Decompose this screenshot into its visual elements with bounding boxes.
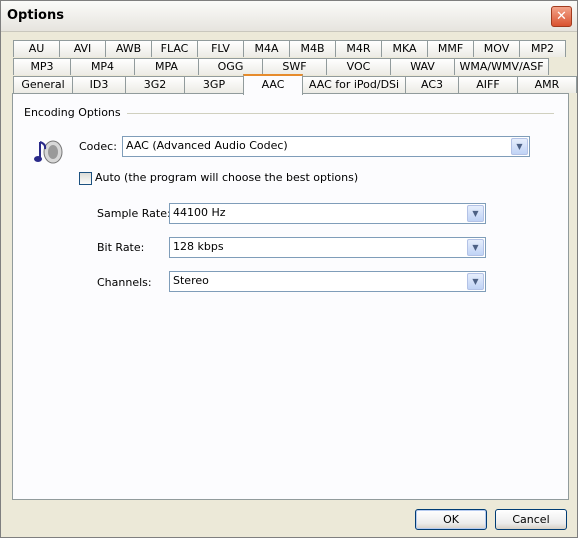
sample-rate-value: 44100 Hz: [173, 206, 226, 219]
tab-ogg[interactable]: OGG: [198, 58, 263, 75]
channels-select[interactable]: Stereo ▼: [169, 271, 486, 292]
tab-mka[interactable]: MKA: [381, 40, 428, 57]
tab-wma-wmv-asf[interactable]: WMA/WMV/ASF: [454, 58, 549, 75]
chevron-down-icon[interactable]: ▼: [467, 273, 484, 290]
tab-m4b[interactable]: M4B: [289, 40, 336, 57]
tab-m4a[interactable]: M4A: [243, 40, 290, 57]
tab-flv[interactable]: FLV: [197, 40, 244, 57]
channels-label: Channels:: [97, 276, 152, 289]
title-bar[interactable]: Options ✕: [1, 1, 577, 32]
tab-3gp[interactable]: 3GP: [184, 76, 244, 93]
tab-aac-ipod-dsi[interactable]: AAC for iPod/DSi: [302, 76, 406, 93]
audio-speaker-icon: [33, 136, 65, 168]
tab-row-3: General ID3 3G2 3GP AAC AAC for iPod/DSi…: [13, 74, 577, 95]
tab-amr[interactable]: AMR: [517, 76, 577, 93]
tab-m4r[interactable]: M4R: [335, 40, 382, 57]
codec-label: Codec:: [79, 140, 117, 153]
group-divider: [116, 113, 554, 114]
tab-aac[interactable]: AAC: [243, 74, 303, 95]
tab-mov[interactable]: MOV: [473, 40, 520, 57]
bit-rate-label: Bit Rate:: [97, 241, 145, 254]
tab-mmf[interactable]: MMF: [427, 40, 474, 57]
ok-button[interactable]: OK: [415, 509, 487, 530]
tab-ac3[interactable]: AC3: [405, 76, 459, 93]
tab-mp4[interactable]: MP4: [70, 58, 135, 75]
bit-rate-value: 128 kbps: [173, 240, 224, 253]
chevron-down-icon[interactable]: ▼: [467, 239, 484, 256]
tab-row-1: AU AVI AWB FLAC FLV M4A M4B M4R MKA MMF …: [13, 40, 566, 58]
chevron-down-icon[interactable]: ▼: [511, 138, 528, 155]
close-icon: ✕: [556, 9, 567, 24]
tab-3g2[interactable]: 3G2: [125, 76, 185, 93]
aac-tab-panel: Encoding Options Codec: AAC (Advanced Au…: [12, 93, 569, 500]
auto-checkbox[interactable]: [79, 172, 92, 185]
sample-rate-select[interactable]: 44100 Hz ▼: [169, 203, 486, 224]
tab-au[interactable]: AU: [13, 40, 60, 57]
tab-awb[interactable]: AWB: [105, 40, 152, 57]
bit-rate-select[interactable]: 128 kbps ▼: [169, 237, 486, 258]
sample-rate-label: Sample Rate:: [97, 207, 171, 220]
tab-mp2[interactable]: MP2: [519, 40, 566, 57]
tab-wav[interactable]: WAV: [390, 58, 455, 75]
tab-id3[interactable]: ID3: [72, 76, 126, 93]
tab-mp3[interactable]: MP3: [13, 58, 71, 75]
tab-aiff[interactable]: AIFF: [458, 76, 518, 93]
close-button[interactable]: ✕: [551, 6, 572, 27]
tab-mpa[interactable]: MPA: [134, 58, 199, 75]
window-title: Options: [7, 8, 64, 23]
channels-value: Stereo: [173, 274, 209, 287]
auto-label[interactable]: Auto (the program will choose the best o…: [95, 171, 358, 184]
tab-flac[interactable]: FLAC: [151, 40, 198, 57]
cancel-button[interactable]: Cancel: [495, 509, 567, 530]
codec-select[interactable]: AAC (Advanced Audio Codec) ▼: [122, 136, 530, 157]
codec-value: AAC (Advanced Audio Codec): [126, 139, 288, 152]
tab-voc[interactable]: VOC: [326, 58, 391, 75]
options-dialog: Options ✕ AU AVI AWB FLAC FLV M4A M4B M4…: [0, 0, 578, 538]
tab-avi[interactable]: AVI: [59, 40, 106, 57]
tab-general[interactable]: General: [13, 76, 73, 93]
encoding-options-label: Encoding Options: [24, 106, 127, 119]
tab-swf[interactable]: SWF: [262, 58, 327, 75]
chevron-down-icon[interactable]: ▼: [467, 205, 484, 222]
